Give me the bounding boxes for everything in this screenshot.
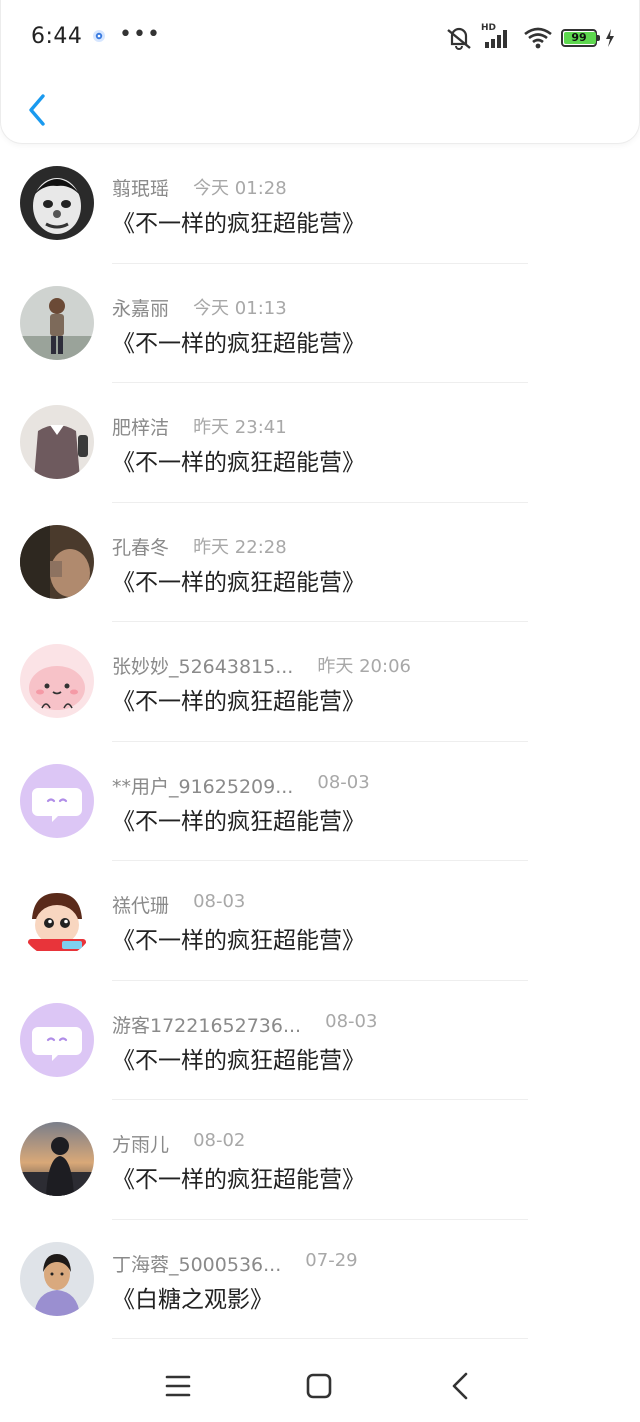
timestamp: 08-03 — [193, 891, 246, 912]
item-title: 《不一样的疯狂超能营》 — [112, 1047, 365, 1074]
dark-photo-avatar[interactable] — [20, 524, 94, 599]
battery-icon: 99 — [561, 29, 600, 47]
chevron-left-icon — [29, 94, 45, 126]
back-triangle-icon[interactable] — [441, 1366, 481, 1406]
item-title: 《不一样的疯狂超能营》 — [112, 450, 365, 476]
item-title: 《不一样的疯狂超能营》 — [112, 1167, 365, 1193]
person-avatar[interactable] — [20, 285, 94, 360]
list-item[interactable]: 永嘉丽 今天 01:13 《不一样的疯狂超能营》 — [0, 264, 640, 383]
item-title: 《不一样的疯狂超能营》 — [112, 211, 365, 237]
user-name: 翦珉瑶 — [112, 178, 170, 200]
mute-vibrate-icon — [447, 27, 471, 50]
list-item[interactable]: 肥梓洁 昨天 23:41 《不一样的疯狂超能营》 — [0, 383, 640, 503]
item-title: 《不一样的疯狂超能营》 — [112, 330, 365, 357]
battery-level: 99 — [571, 31, 587, 44]
list-item[interactable]: 张妙妙_52643815... 昨天 20:06 《不一样的疯狂超能营》 — [0, 622, 640, 742]
back-button[interactable] — [19, 88, 55, 132]
user-name: 张妙妙_52643815... — [112, 656, 294, 678]
timestamp: 今天 01:13 — [193, 297, 287, 319]
user-name: 丁海蓉_5000536... — [112, 1253, 282, 1276]
user-name: 禚代珊 — [112, 895, 170, 917]
status-time: 6:44 — [31, 24, 83, 49]
clown-avatar[interactable] — [20, 166, 94, 240]
default-chat-avatar[interactable] — [20, 763, 94, 838]
list-item[interactable]: 翦珉瑶 今天 01:28 《不一样的疯狂超能营》 — [0, 144, 640, 264]
item-title: 《不一样的疯狂超能营》 — [112, 569, 365, 596]
wifi-icon — [524, 27, 552, 49]
timestamp: 08-02 — [193, 1130, 246, 1151]
divider — [112, 1338, 528, 1339]
status-icons: HD 99 — [445, 23, 615, 52]
user-name: 孔春冬 — [112, 536, 170, 559]
timestamp: 08-03 — [317, 771, 370, 793]
user-name: 永嘉丽 — [112, 297, 170, 320]
item-title: 《不一样的疯狂超能营》 — [112, 689, 365, 715]
user-name: 肥梓洁 — [112, 417, 170, 439]
user-name: 游客17221652736... — [112, 1014, 302, 1037]
item-title: 《不一样的疯狂超能营》 — [112, 808, 365, 835]
viewer-list: 翦珉瑶 今天 01:28 《不一样的疯狂超能营》 永嘉丽 今天 01:13 《不… — [0, 144, 640, 1339]
home-square-icon[interactable] — [299, 1366, 339, 1406]
top-bar: 6:44 ••• HD 99 — [0, 0, 640, 144]
sunset-silhouette-avatar[interactable] — [20, 1122, 94, 1196]
timestamp: 昨天 22:28 — [193, 536, 287, 558]
timestamp: 昨天 23:41 — [193, 417, 287, 438]
more-notifications-icon: ••• — [119, 22, 161, 47]
outfit-avatar[interactable] — [20, 405, 94, 479]
list-item[interactable]: 丁海蓉_5000536... 07-29 《白糖之观影》 — [0, 1220, 640, 1339]
timestamp: 今天 01:28 — [193, 178, 287, 199]
notification-app-icon — [93, 30, 105, 42]
timestamp: 07-29 — [305, 1249, 358, 1271]
list-item[interactable]: 孔春冬 昨天 22:28 《不一样的疯狂超能营》 — [0, 503, 640, 622]
list-item[interactable]: 禚代珊 08-03 《不一样的疯狂超能营》 — [0, 861, 640, 981]
user-name: 方雨儿 — [112, 1134, 170, 1156]
list-item[interactable]: 方雨儿 08-02 《不一样的疯狂超能营》 — [0, 1100, 640, 1220]
system-nav-bar — [0, 1352, 640, 1422]
charging-icon — [606, 29, 614, 47]
item-title: 《白糖之观影》 — [112, 1286, 273, 1313]
user-name: **用户_91625209... — [112, 775, 294, 798]
list-item[interactable]: **用户_91625209... 08-03 《不一样的疯狂超能营》 — [0, 742, 640, 861]
timestamp: 08-03 — [325, 1010, 378, 1032]
default-chat-avatar[interactable] — [20, 1002, 94, 1077]
list-item[interactable]: 游客17221652736... 08-03 《不一样的疯狂超能营》 — [0, 981, 640, 1100]
pink-blob-avatar[interactable] — [20, 644, 94, 718]
timestamp: 昨天 20:06 — [317, 656, 411, 677]
portrait-avatar[interactable] — [20, 1241, 94, 1316]
cell-signal-icon: HD — [481, 23, 515, 51]
menu-icon[interactable] — [158, 1366, 198, 1406]
item-title: 《不一样的疯狂超能营》 — [112, 928, 365, 954]
cartoon-avatar[interactable] — [20, 883, 94, 957]
